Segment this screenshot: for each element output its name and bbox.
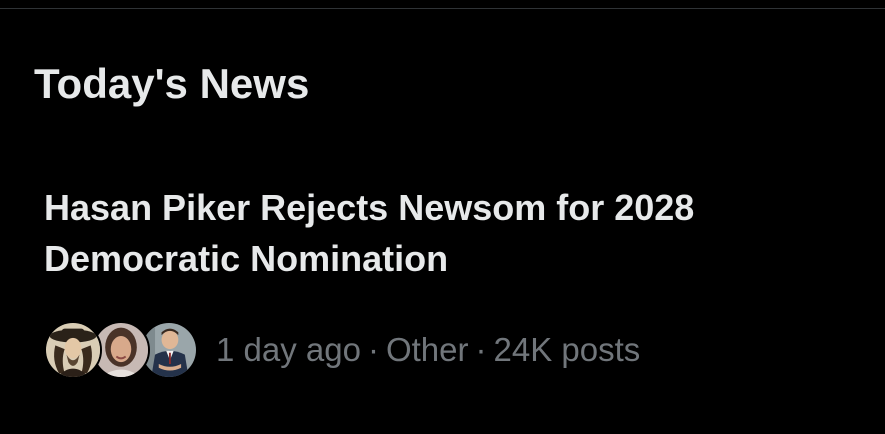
meta-separator: · (475, 331, 487, 368)
meta-separator: · (367, 331, 379, 368)
avatar-stack (44, 320, 198, 380)
news-headline[interactable]: Hasan Piker Rejects Newsom for 2028 Demo… (44, 182, 864, 284)
news-item[interactable]: Hasan Piker Rejects Newsom for 2028 Demo… (44, 182, 864, 284)
section-title: Today's News (34, 60, 310, 107)
news-category: Other (385, 331, 469, 368)
top-divider (0, 8, 885, 9)
news-meta-row: 1 day ago · Other · 24K posts (44, 320, 640, 380)
news-time: 1 day ago (216, 331, 361, 368)
news-post-count: 24K posts (493, 331, 641, 368)
avatar (44, 321, 102, 379)
news-meta-text: 1 day ago · Other · 24K posts (216, 330, 640, 370)
